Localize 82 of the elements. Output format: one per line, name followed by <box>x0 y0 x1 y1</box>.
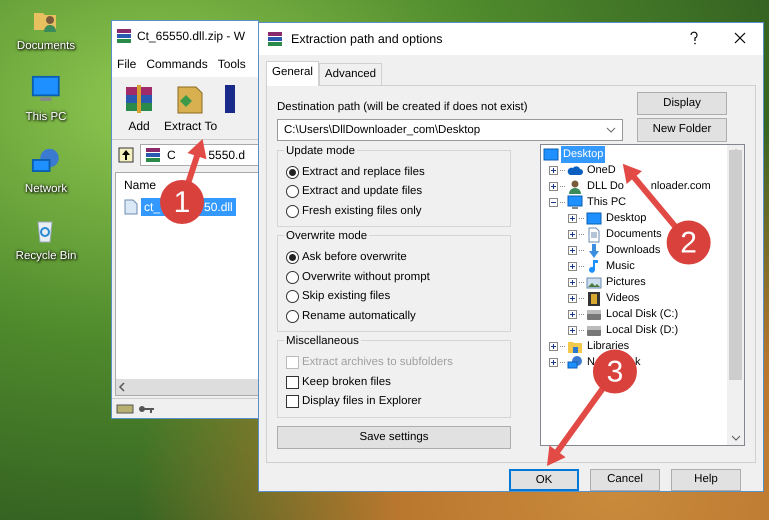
radio-option[interactable]: Overwrite without prompt <box>286 270 502 286</box>
save-settings-button[interactable]: Save settings <box>277 426 511 449</box>
desktop-icon <box>543 146 559 163</box>
scroll-down-icon[interactable] <box>730 434 740 441</box>
dropdown-caret-icon <box>606 127 616 134</box>
tree-item[interactable]: Music <box>606 258 635 275</box>
person-icon <box>567 178 583 195</box>
menu-item[interactable]: File <box>117 55 136 73</box>
step-number: 1 <box>160 180 204 224</box>
collapse-icon[interactable] <box>549 198 558 208</box>
expand-icon[interactable] <box>549 342 558 352</box>
down-arrow-icon <box>586 242 602 259</box>
address-text: 5550.d <box>208 147 246 164</box>
tree-item[interactable]: OneD <box>587 162 616 179</box>
archive-icon <box>116 28 132 44</box>
checkbox-option[interactable]: Display files in Explorer <box>286 394 502 410</box>
expand-icon[interactable] <box>568 310 577 320</box>
radio-option[interactable]: Fresh existing files only <box>286 204 502 220</box>
expand-icon[interactable] <box>568 326 577 336</box>
expand-icon[interactable] <box>568 214 577 224</box>
step-number: 3 <box>592 350 637 394</box>
expand-icon[interactable] <box>568 246 577 256</box>
tree-item[interactable]: Desktop <box>606 210 646 227</box>
tree-item[interactable]: Local Disk (D:) <box>606 322 678 339</box>
expand-icon[interactable] <box>549 358 558 368</box>
tree-item[interactable]: Videos <box>606 290 640 307</box>
landscape-picture-icon <box>586 274 602 291</box>
radio-option[interactable]: Rename automatically <box>286 308 502 324</box>
callout-arrow <box>185 139 206 184</box>
radio-option[interactable]: Ask before overwrite <box>286 250 502 266</box>
horizontal-scrollbar[interactable] <box>116 379 258 395</box>
checkbox-option[interactable]: Keep broken files <box>286 374 502 390</box>
dialog-button[interactable]: Cancel <box>590 469 660 491</box>
dialog-button[interactable]: Help <box>671 469 741 491</box>
expand-icon[interactable] <box>568 230 577 240</box>
dialog-button[interactable]: Display <box>637 92 727 116</box>
tree-item[interactable]: DLL Do <box>587 178 624 195</box>
path-combo-box[interactable]: C:\Users\DllDownloader_com\Desktop <box>277 119 623 142</box>
desktop-icon <box>586 210 602 227</box>
tree-item[interactable]: Pictures <box>606 274 646 291</box>
expand-icon[interactable] <box>568 278 577 288</box>
computer-icon <box>567 194 583 211</box>
field-label: Destination path (will be created if does not exist) <box>277 100 529 116</box>
file-icon <box>124 199 138 215</box>
network-icon <box>567 354 583 371</box>
expand-icon[interactable] <box>549 166 558 176</box>
question-mark-icon <box>689 31 699 46</box>
menu-item[interactable]: Commands <box>146 55 208 73</box>
radio-option[interactable]: Skip existing files <box>286 289 502 305</box>
tree-item[interactable]: Documents <box>606 226 662 243</box>
tab[interactable]: General <box>266 60 319 86</box>
radio-option[interactable]: Extract and replace files <box>286 164 502 180</box>
tree-item[interactable]: N <box>587 354 595 371</box>
radio-option[interactable]: Extract and update files <box>286 184 502 200</box>
archive-icon <box>267 30 283 47</box>
tree-item[interactable]: This PC <box>587 194 626 211</box>
toolbar-button[interactable]: Extract To <box>164 81 218 135</box>
step-number: 2 <box>666 220 711 265</box>
toolbar-button[interactable]: Add <box>122 81 156 135</box>
address-field[interactable]: C 5550.d <box>140 144 258 166</box>
close-icon <box>734 32 746 44</box>
film-icon <box>586 290 602 307</box>
dialog-title: Extraction path and options <box>291 30 442 48</box>
expand-icon[interactable] <box>549 182 558 192</box>
up-folder-icon[interactable] <box>118 147 134 163</box>
tree-item[interactable]: k <box>634 354 640 371</box>
dialog-button[interactable]: OK <box>509 469 579 491</box>
tree-item[interactable]: Local Disk (C:) <box>606 306 678 323</box>
tree-item[interactable]: nloader.com <box>650 178 711 195</box>
archive-icon <box>145 147 161 163</box>
tab[interactable]: Advanced <box>318 62 382 86</box>
scroll-thumb[interactable] <box>729 150 742 380</box>
expand-icon[interactable] <box>568 262 577 272</box>
drive-icon <box>116 402 134 414</box>
vertical-scrollbar[interactable] <box>727 144 744 445</box>
window-title: Ct_65550.dll.zip - W <box>137 28 246 45</box>
dialog-button[interactable]: New Folder <box>637 118 727 142</box>
menu-item[interactable]: Tools <box>218 55 246 73</box>
expand-icon[interactable] <box>568 294 577 304</box>
tree-item[interactable]: Downloads <box>606 242 660 259</box>
document-icon <box>586 226 602 243</box>
address-text: C <box>167 147 176 164</box>
